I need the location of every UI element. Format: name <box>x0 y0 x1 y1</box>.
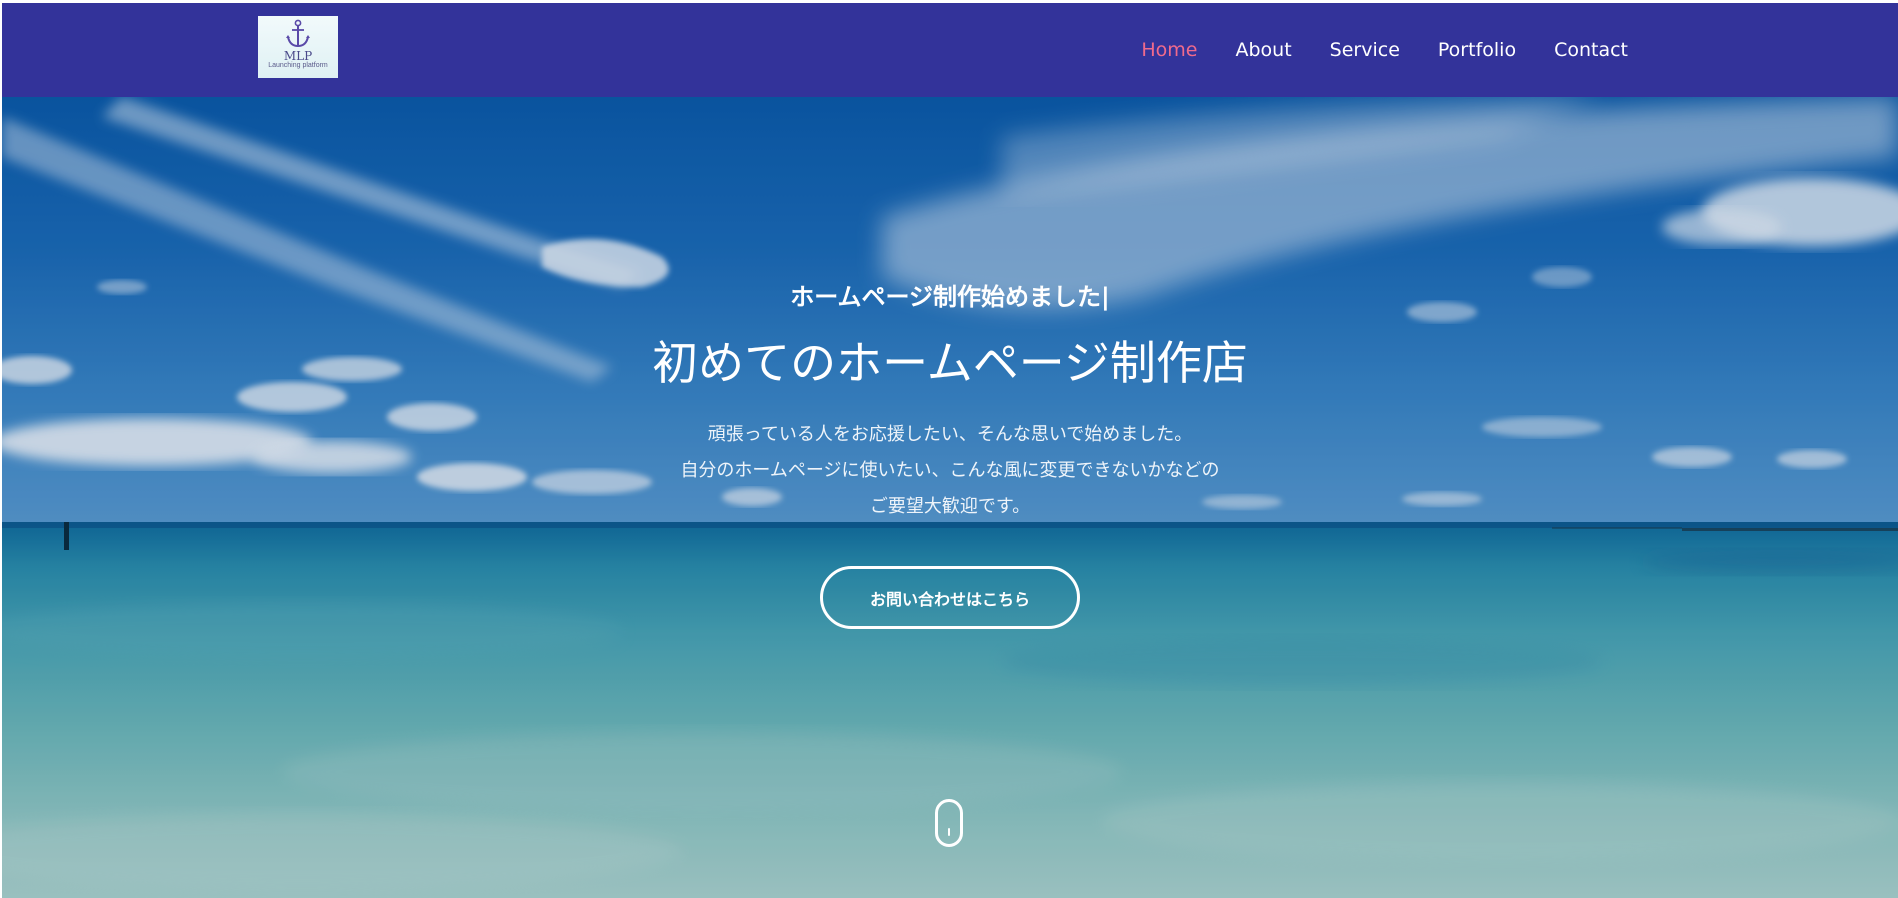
scroll-wheel <box>948 828 950 836</box>
logo-subtitle: Launching platform <box>268 62 328 69</box>
hero-description-line: 頑張っている人をお応援したい、そんな思いで始めました。 <box>707 424 1193 445</box>
anchor-icon <box>286 19 310 48</box>
nav-portfolio[interactable]: Portfolio <box>1438 39 1516 61</box>
nav-service[interactable]: Service <box>1330 39 1400 61</box>
nav-contact[interactable]: Contact <box>1554 39 1628 61</box>
navbar: MLP Launching platform Home About Servic… <box>2 3 1898 97</box>
hero-description-line: ご要望大歓迎です。 <box>869 496 1031 517</box>
nav-home[interactable]: Home <box>1141 39 1197 61</box>
mouse-scroll-icon[interactable] <box>935 799 963 847</box>
hero-description-line: 自分のホームページに使いたい、こんな風に変更できないかなどの <box>680 460 1220 481</box>
logo-mark: MLP <box>283 49 313 63</box>
contact-cta-button[interactable]: お問い合わせはこちら <box>820 566 1080 629</box>
hero-section: ホームページ制作始めました| 初めてのホームページ制作店 頑張っている人をお応援… <box>2 97 1898 898</box>
hero-description: 頑張っている人をお応援したい、そんな思いで始めました。 自分のホームページに使い… <box>2 417 1898 525</box>
page: MLP Launching platform Home About Servic… <box>2 3 1898 898</box>
site-logo[interactable]: MLP Launching platform <box>258 16 338 78</box>
hero-subtitle: ホームページ制作始めました| <box>790 283 1110 311</box>
main-nav: Home About Service Portfolio Contact <box>1141 3 1628 97</box>
hero-title: 初めてのホームページ制作店 <box>652 336 1248 390</box>
nav-about[interactable]: About <box>1235 39 1291 61</box>
